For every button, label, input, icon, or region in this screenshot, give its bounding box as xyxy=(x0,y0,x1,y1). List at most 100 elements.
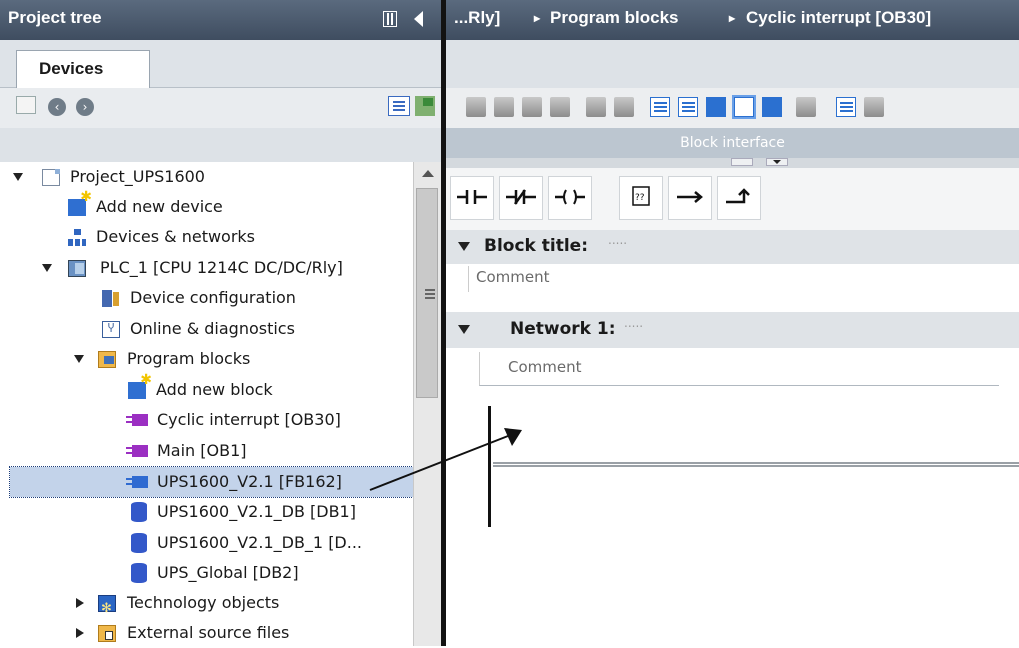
collapse-panel-icon[interactable] xyxy=(414,11,423,27)
device-config-icon xyxy=(102,290,120,307)
ob-block-icon xyxy=(126,445,148,457)
diagnostics-icon: Ⴤ xyxy=(102,321,120,338)
splitter-down-handle[interactable] xyxy=(766,158,788,166)
tree-item-label: UPS1600_V2.1 [FB162] xyxy=(157,472,342,491)
tree-item-device-configuration[interactable]: Device configuration xyxy=(0,283,413,313)
expand-arrow-icon[interactable] xyxy=(13,173,23,181)
ob-block-icon xyxy=(126,414,148,426)
tree-item-label: External source files xyxy=(127,623,290,642)
tree-item-plc[interactable]: PLC_1 [CPU 1214C DC/DC/Rly] xyxy=(0,253,413,283)
open-all-networks-icon[interactable] xyxy=(650,97,670,117)
network-title-label: Network 1: xyxy=(510,319,616,339)
network-overview-icon[interactable] xyxy=(706,97,726,117)
append-row-icon[interactable] xyxy=(550,97,570,117)
insert-row-icon[interactable] xyxy=(522,97,542,117)
network-title-dots: ..... xyxy=(624,316,644,330)
tree-item-project[interactable]: Project_UPS1600 xyxy=(0,162,413,192)
close-branch-icon xyxy=(726,188,750,204)
expand-arrow-icon[interactable] xyxy=(76,628,84,638)
tree-item-ups1600-fb162[interactable]: UPS1600_V2.1 [FB162] xyxy=(9,466,414,498)
tree-item-external-source-files[interactable]: External source files xyxy=(0,618,413,648)
splitter-up-handle[interactable] xyxy=(731,158,753,166)
db-icon xyxy=(131,502,147,522)
delete-network-icon[interactable] xyxy=(494,97,514,117)
toggle-lines-icon[interactable] xyxy=(836,97,856,117)
network-comments-icon[interactable] xyxy=(732,95,756,119)
db-icon xyxy=(131,563,147,583)
breadcrumb-item[interactable]: ...Rly] xyxy=(454,8,500,28)
tree-item-label: Online & diagnostics xyxy=(130,319,295,338)
tree-scrollbar[interactable] xyxy=(413,162,441,646)
block-comment[interactable]: Comment xyxy=(476,268,550,286)
nc-contact-icon xyxy=(506,189,536,205)
tree-item-ups1600-db1[interactable]: UPS1600_V2.1_DB [DB1] xyxy=(0,497,413,527)
project-tree: Project_UPS1600 Add new device Devices &… xyxy=(0,162,414,648)
expand-arrow-icon[interactable] xyxy=(74,355,84,363)
interface-splitter[interactable] xyxy=(446,158,1019,168)
tree-item-technology-objects[interactable]: Technology objects xyxy=(0,588,413,624)
tree-item-main[interactable]: Main [OB1] xyxy=(0,436,413,466)
nc-contact-button[interactable] xyxy=(499,176,543,220)
tree-item-label: UPS1600_V2.1_DB_1 [D... xyxy=(157,533,363,552)
monitor-icon[interactable] xyxy=(796,97,816,117)
add-device-icon xyxy=(68,190,92,216)
collapse-icon[interactable] xyxy=(458,242,470,251)
fb-block-icon xyxy=(126,476,148,488)
new-item-icon[interactable] xyxy=(16,96,36,114)
empty-box-button[interactable]: ?? xyxy=(619,176,663,220)
forward-icon[interactable]: › xyxy=(76,98,94,116)
breadcrumb-item[interactable]: Cyclic interrupt [OB30] xyxy=(746,8,931,28)
expand-arrow-icon[interactable] xyxy=(42,264,52,272)
breadcrumb-item[interactable]: Program blocks xyxy=(550,8,679,28)
scrollbar-thumb[interactable] xyxy=(416,188,438,398)
star-icon[interactable] xyxy=(864,97,884,117)
open-branch-button[interactable] xyxy=(668,176,712,220)
overview-icon[interactable] xyxy=(388,96,410,116)
coil-button[interactable] xyxy=(548,176,592,220)
no-contact-icon xyxy=(457,190,487,204)
technology-icon xyxy=(98,594,116,624)
project-tree-title-bar: Project tree xyxy=(0,0,441,40)
block-title-dots: ..... xyxy=(608,233,628,247)
tree-item-online-diagnostics[interactable]: Ⴤ Online & diagnostics xyxy=(0,314,413,344)
favorites-icon[interactable] xyxy=(762,97,782,117)
block-title-row[interactable]: Block title: ..... xyxy=(446,230,1019,264)
split-view-icon[interactable] xyxy=(383,11,397,27)
absolute-address-icon[interactable] xyxy=(586,97,606,117)
tab-devices[interactable]: Devices xyxy=(16,50,150,88)
export-icon[interactable] xyxy=(415,96,435,116)
comment-guide xyxy=(468,266,469,292)
close-branch-button[interactable] xyxy=(717,176,761,220)
scroll-up-icon[interactable] xyxy=(422,170,434,177)
grip-icon xyxy=(425,289,435,291)
tree-item-add-new-block[interactable]: Add new block xyxy=(0,373,413,405)
tree-header xyxy=(0,128,441,162)
tree-item-label: Add new block xyxy=(156,380,273,399)
editor-toolbar xyxy=(446,88,1019,128)
tree-item-program-blocks[interactable]: Program blocks xyxy=(0,344,413,374)
no-contact-button[interactable] xyxy=(450,176,494,220)
collapse-icon[interactable] xyxy=(458,325,470,334)
network-rung[interactable] xyxy=(493,462,1019,467)
coil-icon xyxy=(555,189,585,205)
tree-item-ups-global[interactable]: UPS_Global [DB2] xyxy=(0,558,413,588)
breadcrumb-separator: ▸ xyxy=(729,11,736,25)
tree-item-devices-networks[interactable]: Devices & networks xyxy=(0,222,413,252)
tab-devices-label: Devices xyxy=(39,59,104,78)
tree-item-label: Devices & networks xyxy=(96,227,256,246)
editor-title-bar: ...Rly] ▸ Program blocks ▸ Cyclic interr… xyxy=(446,0,1019,40)
block-interface-bar[interactable]: Block interface xyxy=(446,128,1019,158)
tab-bar: Devices xyxy=(0,40,441,88)
tree-item-add-device[interactable]: Add new device xyxy=(0,190,413,222)
back-icon[interactable]: ‹ xyxy=(48,98,66,116)
tree-item-label: UPS_Global [DB2] xyxy=(157,563,299,582)
network-comment[interactable]: Comment xyxy=(508,358,582,376)
expand-arrow-icon[interactable] xyxy=(76,598,84,608)
insert-network-icon[interactable] xyxy=(466,97,486,117)
tree-item-cyclic-interrupt[interactable]: Cyclic interrupt [OB30] xyxy=(0,405,413,435)
shortcut-icon[interactable] xyxy=(614,97,634,117)
close-all-networks-icon[interactable] xyxy=(678,97,698,117)
network-1-header[interactable]: Network 1: ..... xyxy=(446,312,1019,348)
tree-item-ups1600-db-1[interactable]: UPS1600_V2.1_DB_1 [D... xyxy=(0,528,413,558)
tree-item-label: Cyclic interrupt [OB30] xyxy=(157,410,341,429)
